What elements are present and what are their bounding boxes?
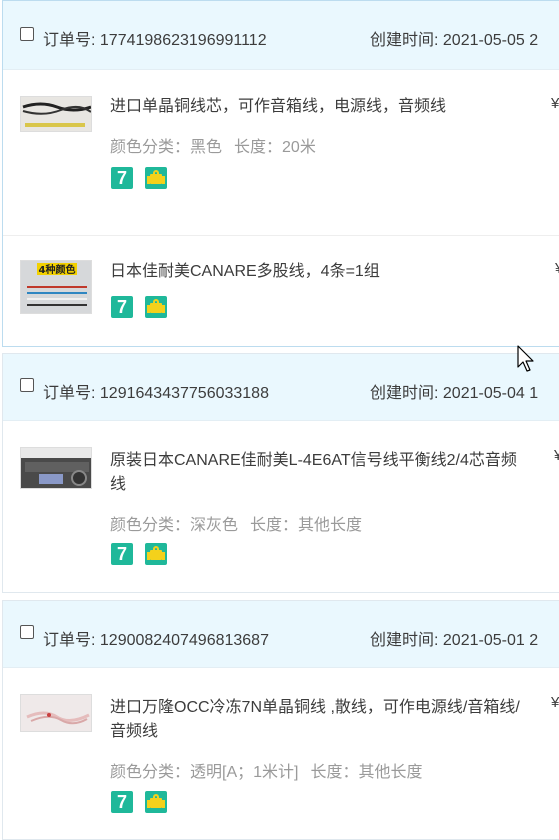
spec-color: 颜色分类：深灰色	[110, 517, 239, 534]
service-icons: 7	[111, 791, 167, 813]
service-icons: 7	[111, 543, 167, 565]
product-price: ¥	[554, 447, 559, 464]
product-thumbnail[interactable]	[20, 447, 92, 489]
seven-day-return-icon[interactable]: 7	[111, 791, 133, 813]
shopping-bag-icon[interactable]	[145, 167, 167, 189]
order-item: 原装日本CANARE佳耐美L-4E6AT信号线平衡线2/4芯音频线 颜色分类：深…	[3, 421, 559, 591]
product-title[interactable]: 原装日本CANARE佳耐美L-4E6AT信号线平衡线2/4芯音频线	[110, 449, 530, 497]
created-time-label: 创建时间:	[370, 32, 439, 49]
service-icons: 7	[111, 167, 167, 189]
service-icons: 7	[111, 296, 167, 318]
order-card: 订单号: 1290082407496813687 创建时间: 2021-05-0…	[2, 600, 559, 840]
product-price: ¥	[551, 694, 559, 711]
order-number: 订单号: 1291643437756033188	[43, 379, 269, 403]
product-title[interactable]: 日本佳耐美CANARE多股线，4条=1组	[110, 260, 530, 284]
product-spec: 颜色分类：透明[A；1米计] 长度：其他长度	[110, 758, 422, 782]
order-number-value: 1290082407496813687	[99, 632, 269, 649]
spec-color: 颜色分类：黑色	[110, 139, 223, 156]
created-time-value: 2021-05-05 2	[442, 32, 539, 49]
order-item: 进口单晶铜线芯，可作音箱线，电源线，音频线 颜色分类：黑色 长度：20米 7 ¥	[3, 70, 559, 235]
spec-length: 长度：20米	[234, 139, 316, 156]
cable-image	[21, 695, 91, 731]
shopping-bag-icon[interactable]	[145, 791, 167, 813]
product-title[interactable]: 进口单晶铜线芯，可作音箱线，电源线，音频线	[110, 95, 530, 119]
seven-day-return-icon[interactable]: 7	[111, 296, 133, 318]
order-number-label: 订单号:	[43, 385, 96, 402]
created-time-label: 创建时间:	[370, 632, 439, 649]
order-header: 订单号: 1291643437756033188 创建时间: 2021-05-0…	[3, 354, 559, 421]
product-price: ¥	[551, 95, 559, 112]
product-thumbnail[interactable]: 4种颜色	[20, 260, 92, 314]
product-price: ¥	[555, 260, 559, 277]
created-time-value: 2021-05-04 1	[442, 385, 539, 402]
shopping-bag-icon[interactable]	[145, 543, 167, 565]
order-card: 订单号: 1291643437756033188 创建时间: 2021-05-0…	[2, 353, 559, 593]
product-thumbnail[interactable]	[20, 694, 92, 732]
product-thumbnail[interactable]	[20, 96, 92, 132]
thumb-label: 4种颜色	[39, 263, 76, 276]
order-checkbox[interactable]	[20, 625, 34, 639]
seven-day-return-icon[interactable]: 7	[111, 543, 133, 565]
spec-length: 长度：其他长度	[310, 764, 423, 781]
order-item: 4种颜色 日本佳耐美CANARE多股线，4条=1组 7 ¥	[3, 236, 559, 346]
cable-image	[21, 97, 91, 131]
order-number-value: 1774198623196991112	[99, 32, 267, 49]
product-spec: 颜色分类：深灰色 长度：其他长度	[110, 511, 362, 535]
order-number: 订单号: 1290082407496813687	[43, 626, 269, 650]
product-title[interactable]: 进口万隆OCC冷冻7N单晶铜线 ,散线，可作电源线/音箱线/音频线	[110, 696, 530, 744]
order-header: 订单号: 1774198623196991112 创建时间: 2021-05-0…	[3, 1, 559, 70]
seven-day-return-icon[interactable]: 7	[111, 167, 133, 189]
created-time-label: 创建时间:	[370, 385, 439, 402]
mouse-cursor-icon	[517, 345, 534, 372]
product-spec: 颜色分类：黑色 长度：20米	[110, 133, 316, 157]
created-time: 创建时间: 2021-05-05 2	[370, 26, 538, 50]
order-item: 进口万隆OCC冷冻7N单晶铜线 ,散线，可作电源线/音箱线/音频线 颜色分类：透…	[3, 668, 559, 838]
cable-image: 4种颜色	[21, 261, 91, 313]
order-checkbox[interactable]	[20, 27, 34, 41]
created-time-value: 2021-05-01 2	[442, 632, 539, 649]
order-header: 订单号: 1290082407496813687 创建时间: 2021-05-0…	[3, 601, 559, 668]
spec-length: 长度：其他长度	[250, 517, 363, 534]
spec-color: 颜色分类：透明[A；1米计]	[110, 764, 299, 781]
cable-image	[21, 448, 91, 488]
created-time: 创建时间: 2021-05-04 1	[370, 379, 538, 403]
order-number: 订单号: 1774198623196991112	[43, 26, 267, 50]
created-time: 创建时间: 2021-05-01 2	[370, 626, 538, 650]
order-number-label: 订单号:	[43, 32, 96, 49]
shopping-bag-icon[interactable]	[145, 296, 167, 318]
order-number-label: 订单号:	[43, 632, 96, 649]
order-card: 订单号: 1774198623196991112 创建时间: 2021-05-0…	[2, 0, 559, 347]
order-checkbox[interactable]	[20, 378, 34, 392]
order-number-value: 1291643437756033188	[99, 385, 269, 402]
